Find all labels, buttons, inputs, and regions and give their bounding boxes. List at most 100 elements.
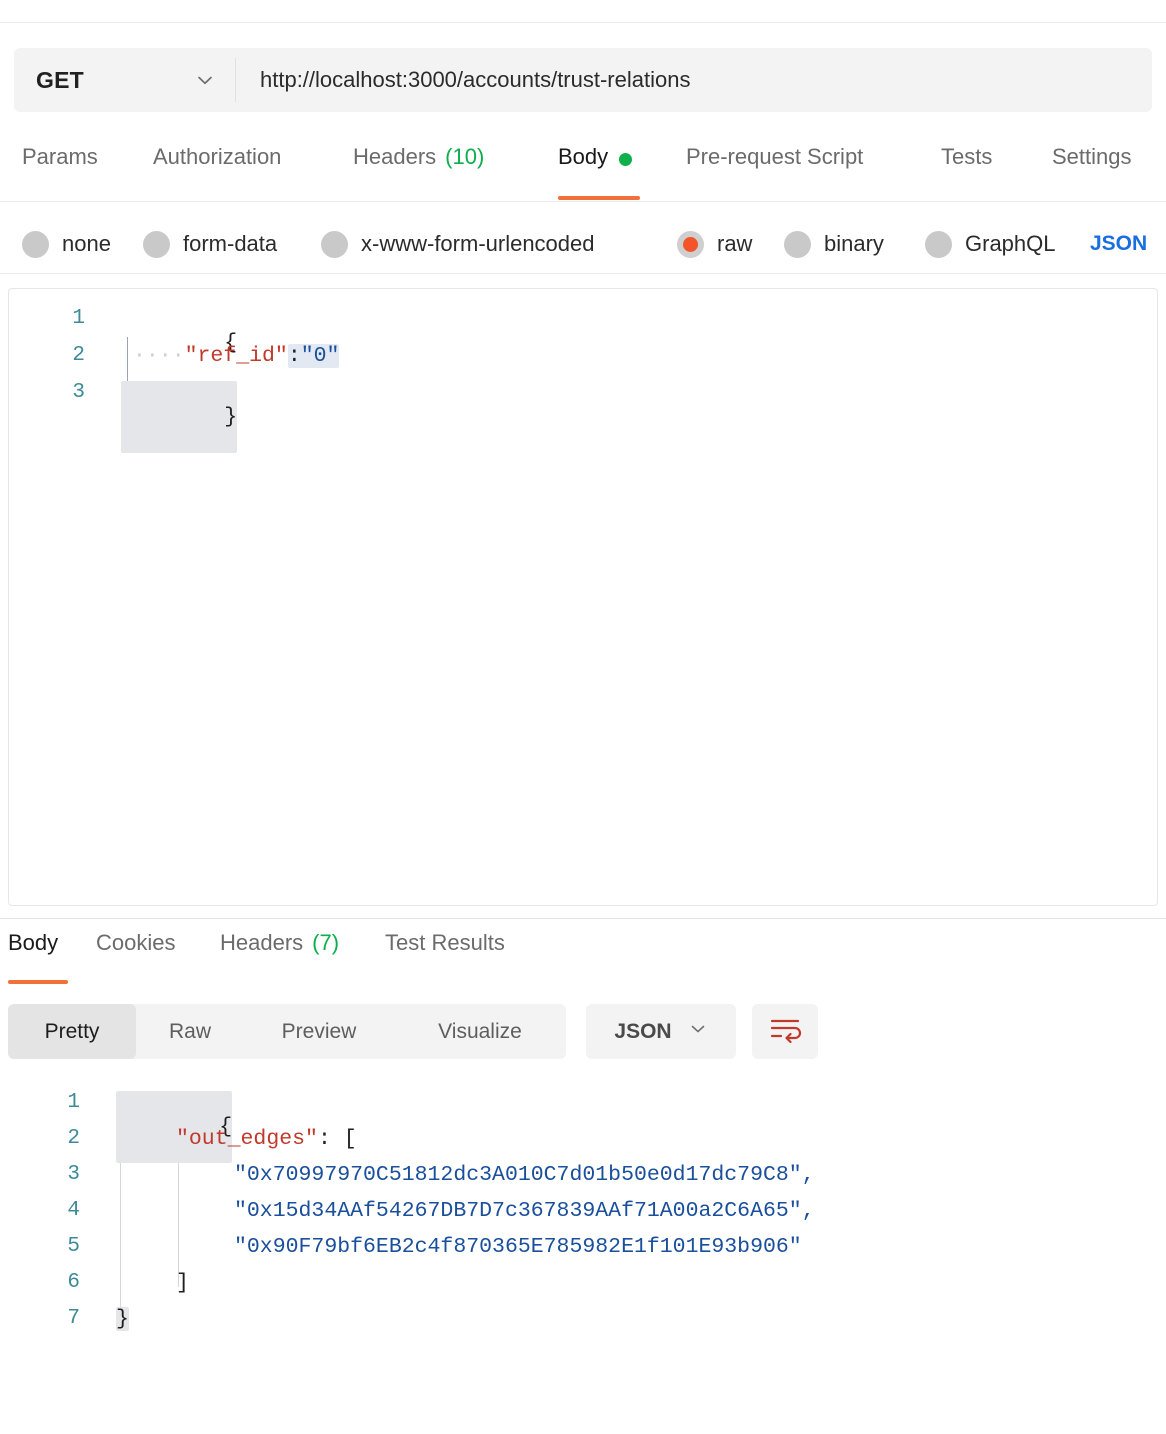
wrap-text-icon xyxy=(768,1015,802,1048)
url-input[interactable]: http://localhost:3000/accounts/trust-rel… xyxy=(236,48,1152,112)
json-key: "ref_id" xyxy=(184,344,288,368)
json-array-item: "0x70997970C51812dc3A010C7d01b50e0d17dc7… xyxy=(234,1163,815,1187)
json-key: "out_edges" xyxy=(176,1127,318,1151)
radio-icon-selected xyxy=(677,230,704,258)
radio-form-data[interactable]: form-data xyxy=(143,214,277,274)
tab-label: Headers xyxy=(220,930,304,955)
radio-label: binary xyxy=(824,231,884,256)
line-number: 6 xyxy=(67,1271,80,1294)
response-tab-body[interactable]: Body xyxy=(8,928,68,986)
line-number: 2 xyxy=(67,1127,80,1150)
top-divider xyxy=(0,22,1166,23)
http-method-label: GET xyxy=(36,66,84,93)
view-mode-label: Preview xyxy=(281,1019,357,1043)
response-tab-headers[interactable]: Headers (7) xyxy=(220,928,339,986)
tab-tests[interactable]: Tests xyxy=(941,140,992,202)
radio-label: none xyxy=(62,231,111,256)
tab-label: Settings xyxy=(1052,144,1132,169)
method-url-divider xyxy=(235,58,236,102)
tab-label: Cookies xyxy=(96,930,176,955)
request-response-divider xyxy=(0,918,1166,919)
line-number: 1 xyxy=(72,307,85,330)
tab-body[interactable]: Body xyxy=(558,140,640,202)
url-bar: GET http://localhost:3000/accounts/trust… xyxy=(14,48,1152,112)
request-line-2: ····"ref_id":"0" xyxy=(133,344,340,368)
view-mode-label: Pretty xyxy=(44,1019,100,1043)
radio-raw[interactable]: raw xyxy=(677,214,752,274)
active-tab-underline xyxy=(8,980,68,984)
response-view-mode-group: Pretty Raw Preview Visualize xyxy=(8,1004,566,1059)
http-method-selector[interactable]: GET xyxy=(14,48,236,112)
response-tab-cookies[interactable]: Cookies xyxy=(96,928,175,986)
radio-label: form-data xyxy=(183,231,278,256)
tab-label: Test Results xyxy=(385,930,505,955)
response-format-label: JSON xyxy=(614,1019,672,1043)
radio-icon xyxy=(925,230,952,258)
tab-count: (10) xyxy=(445,144,485,169)
line-number: 4 xyxy=(67,1199,80,1222)
response-tab-test-results[interactable]: Test Results xyxy=(385,928,505,986)
json-array-item: "0x15d34AAf54267DB7D7c367839AAf71A00a2C6… xyxy=(234,1199,815,1223)
tab-pre-request-script[interactable]: Pre-request Script xyxy=(686,140,863,202)
tab-authorization[interactable]: Authorization xyxy=(153,140,281,202)
tab-label: Body xyxy=(558,144,609,169)
radio-label: x-www-form-urlencoded xyxy=(361,231,595,256)
tab-headers[interactable]: Headers (10) xyxy=(353,140,484,202)
radio-icon xyxy=(22,230,49,258)
line-number: 1 xyxy=(67,1091,80,1114)
radio-icon xyxy=(143,230,170,258)
url-text: http://localhost:3000/accounts/trust-rel… xyxy=(260,67,691,92)
radio-binary[interactable]: binary xyxy=(784,214,884,274)
body-type-radio-group: none form-data x-www-form-urlencoded raw… xyxy=(0,214,1166,274)
json-array-item: "0x90F79bf6EB2c4f870365E785982E1f101E93b… xyxy=(234,1235,802,1259)
tab-label: Body xyxy=(8,930,59,955)
view-mode-preview[interactable]: Preview xyxy=(244,1004,394,1059)
line-number: 3 xyxy=(67,1163,80,1186)
view-mode-pretty[interactable]: Pretty xyxy=(8,1004,136,1059)
line-number: 5 xyxy=(67,1235,80,1258)
view-mode-label: Visualize xyxy=(438,1019,522,1043)
json-colon: : xyxy=(287,344,301,368)
request-body-editor[interactable]: 1 2 3 { ····"ref_id":"0" } xyxy=(8,288,1158,906)
response-format-selector[interactable]: JSON xyxy=(586,1004,736,1059)
tab-settings[interactable]: Settings xyxy=(1052,140,1132,202)
view-mode-raw[interactable]: Raw xyxy=(136,1004,244,1059)
line-number: 7 xyxy=(67,1307,80,1330)
radio-x-www-form-urlencoded[interactable]: x-www-form-urlencoded xyxy=(321,214,595,274)
radio-label: GraphQL xyxy=(965,231,1056,256)
view-mode-visualize[interactable]: Visualize xyxy=(394,1004,566,1059)
body-present-dot-icon xyxy=(619,153,633,166)
tab-label: Headers xyxy=(353,144,437,169)
indent-dots: ···· xyxy=(133,344,185,368)
request-tabs-divider xyxy=(0,201,1166,202)
radio-icon xyxy=(321,230,348,258)
body-type-divider xyxy=(0,273,1166,274)
close-brace: } xyxy=(116,1307,129,1331)
wrap-text-button[interactable] xyxy=(752,1004,818,1059)
line-number: 2 xyxy=(72,344,85,367)
active-tab-underline xyxy=(558,196,640,200)
response-body-viewer[interactable]: 1 2 3 4 5 6 7 { "out_edges": [ "0x709979… xyxy=(0,1075,1166,1375)
tab-params[interactable]: Params xyxy=(22,140,98,202)
request-tabs: Params Authorization Headers (10) Body P… xyxy=(0,140,1166,202)
json-value: "0" xyxy=(300,344,340,368)
request-line-1: { xyxy=(121,307,237,379)
tab-count: (7) xyxy=(312,930,340,955)
tab-label: Tests xyxy=(941,144,993,169)
radio-icon xyxy=(784,230,811,258)
chevron-down-icon xyxy=(194,69,216,91)
response-line-2: "out_edges": [ xyxy=(176,1127,357,1151)
close-bracket: ] xyxy=(176,1271,189,1295)
tab-label: Authorization xyxy=(153,144,282,169)
raw-format-label: JSON xyxy=(1090,232,1148,255)
raw-format-selector[interactable]: JSON xyxy=(1090,214,1147,274)
radio-graphql[interactable]: GraphQL xyxy=(925,214,1056,274)
line-number: 3 xyxy=(72,381,85,404)
indent-guide-inner xyxy=(178,1151,179,1287)
radio-none[interactable]: none xyxy=(22,214,111,274)
radio-label: raw xyxy=(717,231,753,256)
postman-request-response-view: GET http://localhost:3000/accounts/trust… xyxy=(0,0,1166,1434)
chevron-down-icon xyxy=(688,1019,708,1044)
tab-label: Params xyxy=(22,144,98,169)
close-brace: } xyxy=(224,405,238,429)
